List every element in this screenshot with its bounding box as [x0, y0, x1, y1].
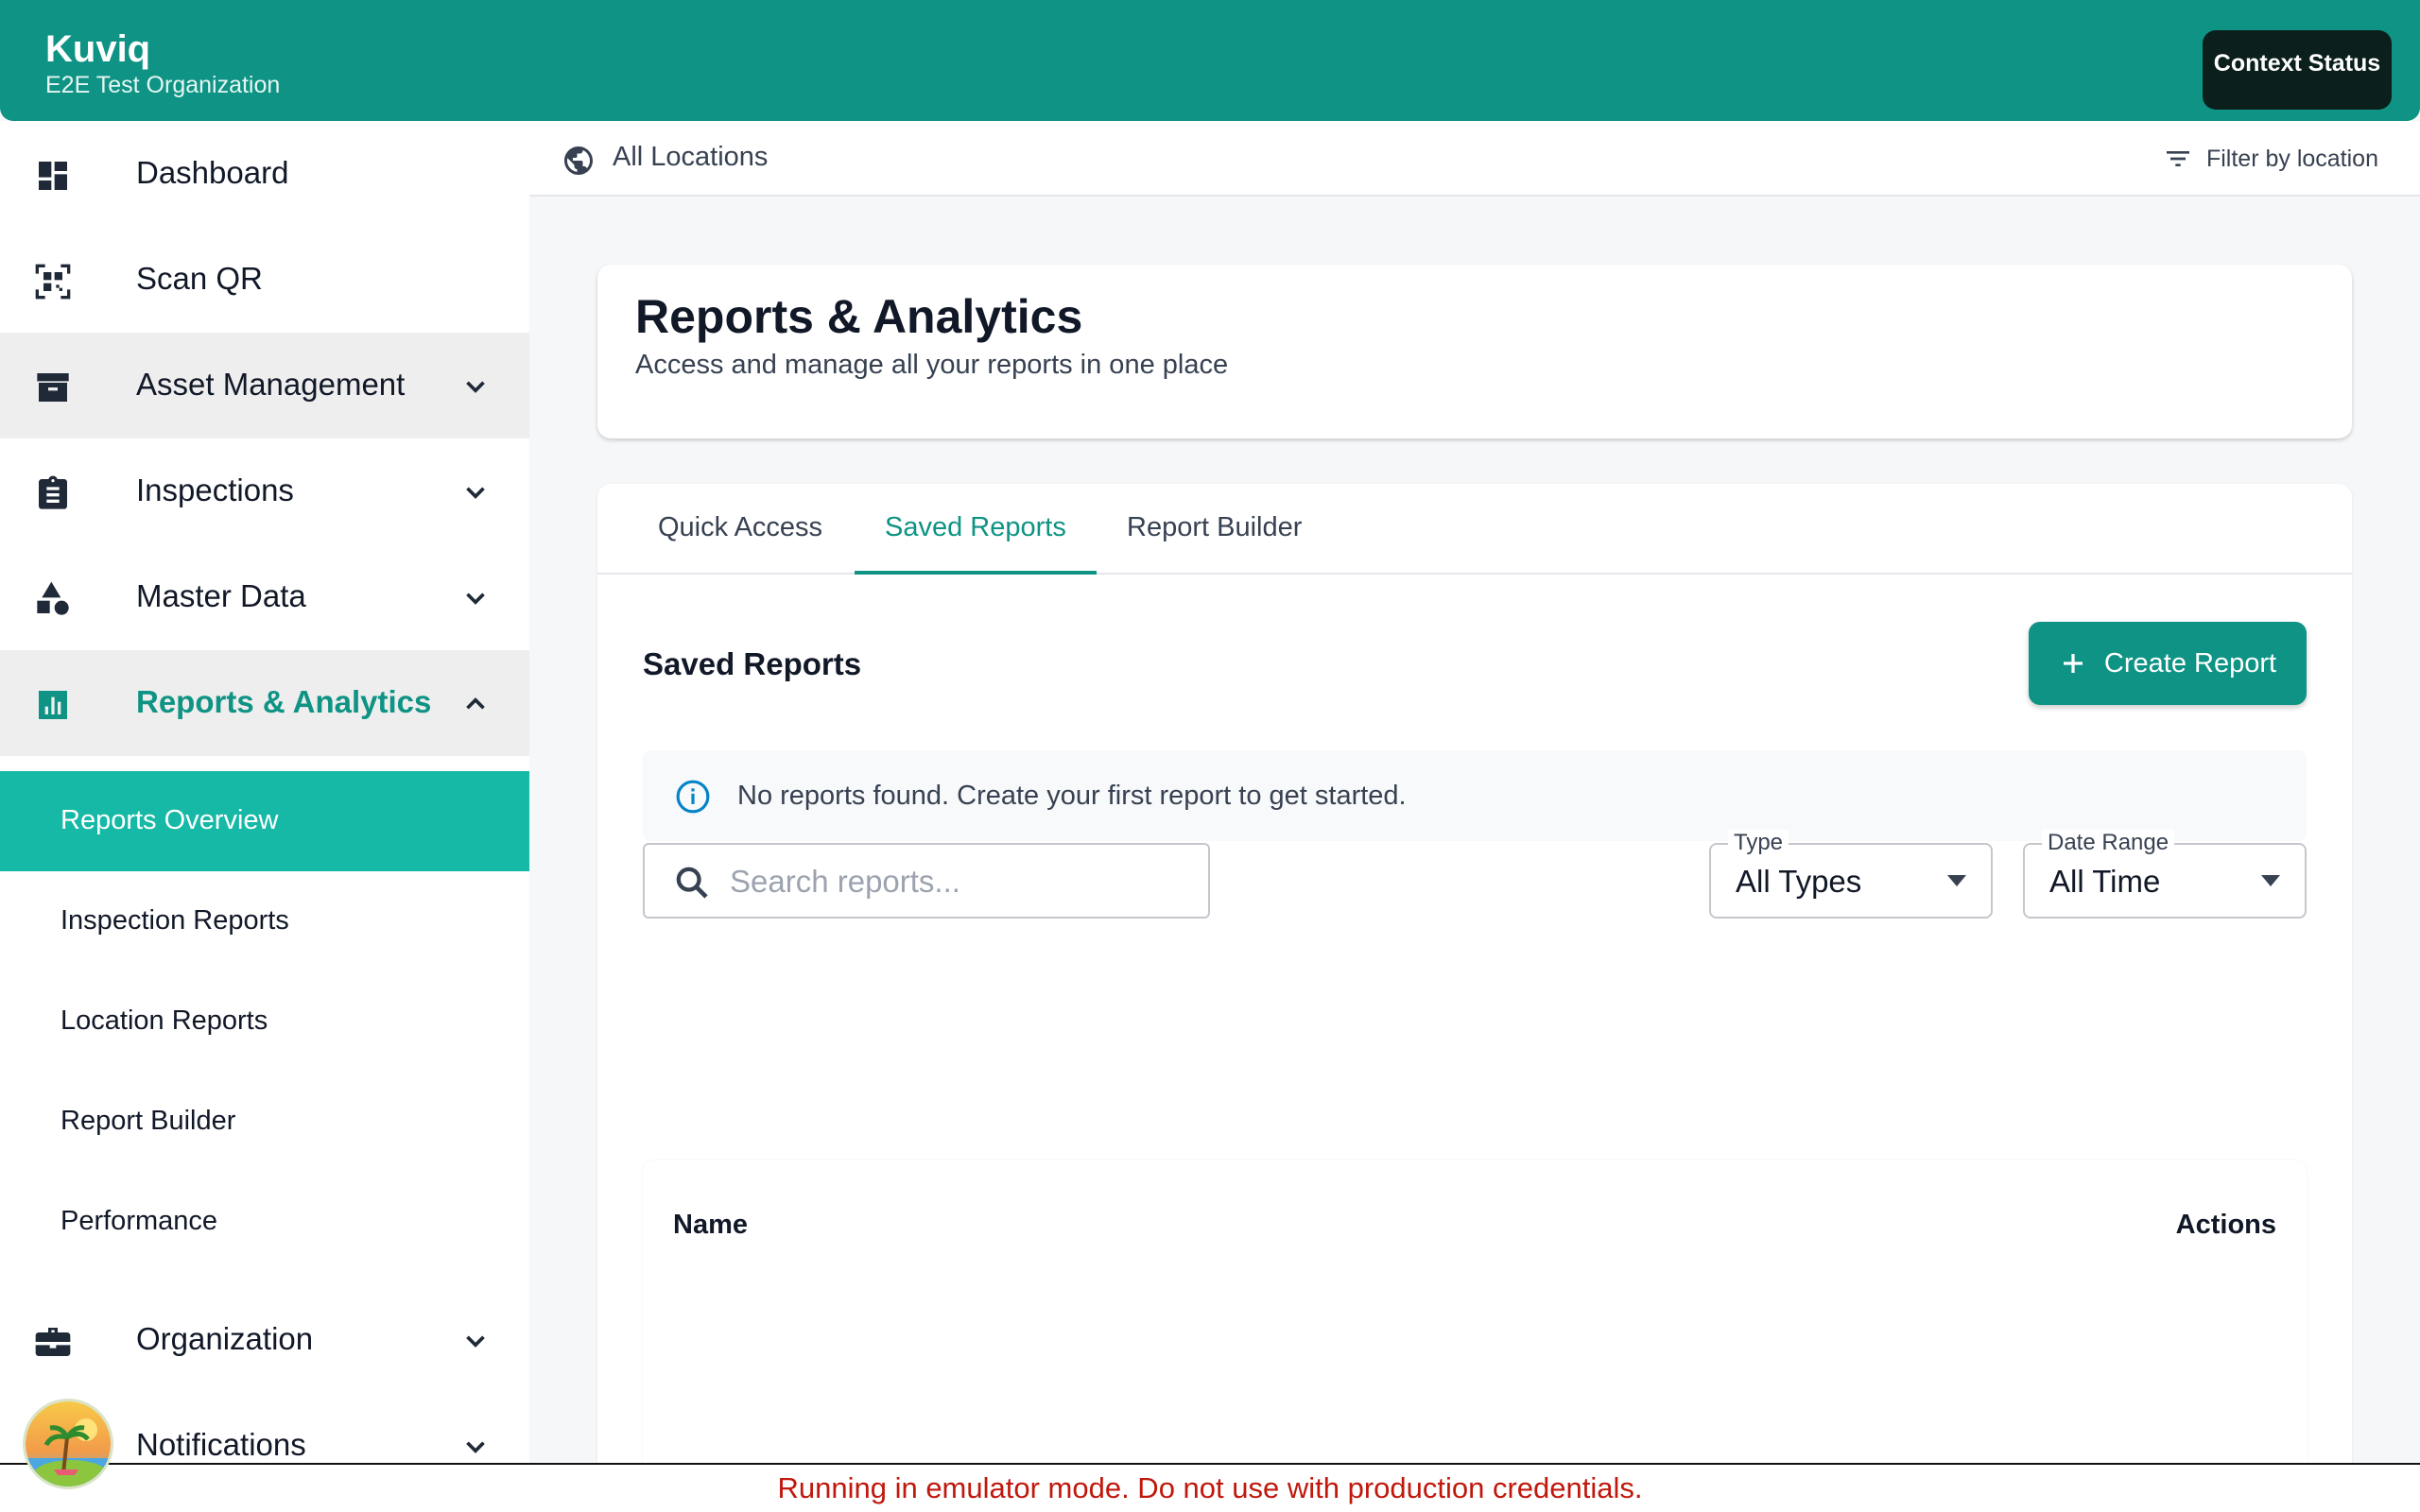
- sidebar-item-label: Reports & Analytics: [136, 684, 432, 719]
- tab-saved-reports[interactable]: Saved Reports: [885, 512, 1066, 543]
- caret-down-icon: [2261, 875, 2280, 886]
- empty-state-message: No reports found. Create your first repo…: [737, 781, 1407, 811]
- archive-icon: [37, 373, 69, 402]
- emulator-warning-banner: Running in emulator mode. Do not use wit…: [0, 1463, 2420, 1512]
- column-header-actions: Actions: [2175, 1210, 2276, 1240]
- create-report-label: Create Report: [2103, 647, 2277, 679]
- sidebar-subitem-inspection-reports[interactable]: Inspection Reports: [0, 871, 529, 971]
- location-bar: All Locations Filter by location: [529, 121, 2420, 197]
- app-header: Kuviq E2E Test Organization Context Stat…: [0, 0, 2420, 121]
- date-range-select-value: All Time: [2049, 864, 2161, 899]
- sidebar-item-label: Scan QR: [136, 261, 263, 296]
- sidebar-subitem-label: Report Builder: [60, 1106, 236, 1136]
- sidebar-item-inspections[interactable]: Inspections: [0, 438, 529, 544]
- create-report-button[interactable]: Create Report: [2029, 622, 2307, 705]
- avatar[interactable]: [23, 1399, 113, 1489]
- globe-icon: [564, 146, 593, 175]
- sidebar-item-organization[interactable]: Organization: [0, 1287, 529, 1393]
- sidebar-item-dashboard[interactable]: Dashboard: [0, 121, 529, 227]
- type-select-label: Type: [1728, 830, 1789, 856]
- date-range-select[interactable]: Date Range All Time: [2023, 830, 2307, 919]
- emulator-warning-text: Running in emulator mode. Do not use wit…: [777, 1471, 1643, 1504]
- tab-report-builder[interactable]: Report Builder: [1127, 512, 1302, 543]
- bar-chart-icon: [39, 691, 67, 719]
- chevron-down-icon[interactable]: [459, 370, 492, 403]
- shapes-icon: [37, 581, 69, 615]
- chevron-down-icon[interactable]: [459, 476, 492, 508]
- type-select[interactable]: Type All Types: [1709, 830, 1993, 919]
- sidebar-item-label: Master Data: [136, 578, 306, 613]
- org-name: E2E Test Organization: [45, 72, 281, 98]
- page-subtitle: Access and manage all your reports in on…: [635, 350, 1229, 380]
- active-tab-indicator: [855, 571, 1097, 575]
- sidebar-subitem-location-reports[interactable]: Location Reports: [0, 971, 529, 1072]
- sidebar-item-label: Asset Management: [136, 367, 406, 402]
- search-input[interactable]: [730, 858, 1193, 905]
- sidebar-subitem-label: Performance: [60, 1206, 218, 1236]
- sidebar-item-label: Inspections: [136, 472, 294, 507]
- filter-icon: [2166, 151, 2189, 166]
- type-select-value: All Types: [1736, 864, 1862, 899]
- filter-by-location-label: Filter by location: [2205, 145, 2378, 172]
- plus-icon: [2063, 654, 2083, 673]
- sidebar-subitem-label: Inspection Reports: [60, 905, 289, 936]
- chevron-down-icon[interactable]: [459, 1325, 492, 1357]
- dashboard-icon: [39, 162, 67, 190]
- context-status-button[interactable]: Context Status: [2203, 30, 2392, 110]
- page-header-card: Reports & Analytics Access and manage al…: [597, 265, 2352, 438]
- sidebar-subitem-reports-overview[interactable]: Reports Overview: [0, 771, 529, 871]
- clipboard-icon: [39, 475, 67, 509]
- sidebar-item-reports-analytics[interactable]: Reports & Analytics: [0, 650, 529, 756]
- empty-state-alert: No reports found. Create your first repo…: [643, 750, 2307, 841]
- sidebar-item-label: Dashboard: [136, 155, 289, 190]
- sidebar-subitem-label: Location Reports: [60, 1005, 268, 1036]
- sidebar-subitem-performance[interactable]: Performance: [0, 1172, 529, 1272]
- sidebar-item-asset-management[interactable]: Asset Management: [0, 333, 529, 438]
- location-label[interactable]: All Locations: [613, 142, 768, 173]
- info-icon: [676, 780, 710, 814]
- sidebar-subitem-label: Reports Overview: [60, 805, 279, 835]
- chevron-down-icon[interactable]: [459, 1431, 492, 1463]
- sidebar-item-label: Notifications: [136, 1427, 306, 1462]
- filter-by-location-button[interactable]: Filter by location: [2163, 142, 2378, 176]
- sidebar-item-label: Organization: [136, 1321, 314, 1356]
- search-field: [643, 843, 1210, 919]
- reports-table: Name Actions: [643, 1160, 2307, 1512]
- app-name: Kuviq: [45, 28, 151, 70]
- page-title: Reports & Analytics: [635, 290, 1083, 343]
- sidebar-item-scan-qr[interactable]: Scan QR: [0, 227, 529, 333]
- search-icon: [676, 867, 708, 899]
- chevron-down-icon[interactable]: [459, 582, 492, 614]
- tab-quick-access[interactable]: Quick Access: [658, 512, 822, 543]
- caret-down-icon: [1947, 875, 1966, 886]
- date-range-select-label: Date Range: [2042, 830, 2175, 856]
- reports-card: Quick Access Saved Reports Report Builde…: [597, 484, 2352, 1512]
- column-header-name[interactable]: Name: [673, 1210, 748, 1241]
- chevron-up-icon[interactable]: [459, 688, 492, 720]
- sidebar: Dashboard Scan QR Asset Management Inspe…: [0, 121, 529, 1464]
- sidebar-subitem-report-builder[interactable]: Report Builder: [0, 1072, 529, 1172]
- tab-bar: Quick Access Saved Reports Report Builde…: [597, 484, 2352, 575]
- sidebar-item-master-data[interactable]: Master Data: [0, 544, 529, 650]
- qr-scan-icon: [35, 264, 71, 300]
- briefcase-icon: [35, 1328, 71, 1356]
- section-title: Saved Reports: [643, 646, 862, 681]
